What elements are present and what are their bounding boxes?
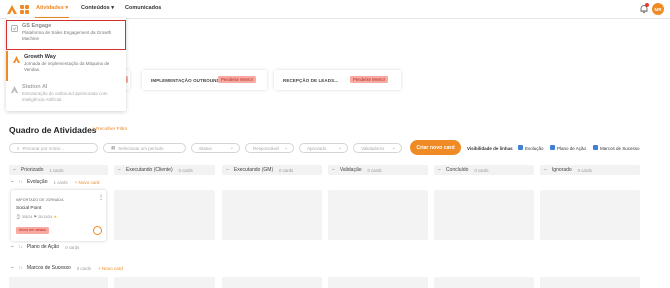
dropdown-item-growth-way[interactable]: Growth Way Jornada de implementação da M… [6, 51, 126, 81]
stage-status-badge: Pendente Mentor [350, 76, 389, 83]
checkbox-label: Evolução [525, 146, 544, 151]
hide-filter-link[interactable]: × Recolher Filtro [92, 127, 127, 132]
search-input[interactable]: ⌕ Procurar por nome... [9, 143, 98, 153]
lane-slot [434, 190, 534, 240]
chevron-down-icon: ⌄ [229, 145, 234, 151]
column-ignorado[interactable]: − Ignorado 0 cards [540, 165, 640, 175]
responsible-select[interactable]: Responsável ⌄ [245, 143, 294, 153]
collapse-icon[interactable]: − [11, 179, 14, 185]
lane-slot [114, 190, 215, 240]
board-title: Quadro de Atividades [9, 125, 97, 135]
collapse-icon[interactable]: − [332, 167, 335, 173]
collapse-icon[interactable]: − [226, 167, 229, 173]
approved-select[interactable]: Aprovado ⌄ [299, 143, 348, 153]
calendar-icon: ▦ [111, 145, 116, 150]
stage-card-implementacao[interactable]: IMPLEMENTAÇÃO OUTBOUND Pendente Mentor [142, 70, 267, 90]
card-category: IMPORTADO DE JORNADA [16, 198, 64, 202]
lane-slot [222, 277, 322, 288]
card-title: Social Point [16, 206, 42, 211]
apps-grid-icon[interactable] [20, 5, 29, 14]
card-dates: ⌚ 3/5/24 ⚑ 20/11/24 ★ [16, 215, 57, 219]
lane-slot [540, 277, 640, 288]
home-logo-icon[interactable] [7, 5, 17, 14]
visibility-label: Visibilidade de linhas [467, 146, 513, 151]
stage-card-label: RECEPÇÃO DE LEADS... [283, 77, 339, 83]
collapse-icon[interactable]: − [118, 167, 121, 173]
group-row-plano-de-acao[interactable]: − ↑↓ Plano de Ação 0 cards [11, 244, 79, 250]
dropdown-item-title: GS Engage [22, 23, 52, 29]
add-card-link[interactable]: + Novo card [75, 180, 100, 185]
checkbox-marcos-de-sucesso[interactable] [593, 145, 598, 150]
add-card-link[interactable]: + Novo card [98, 266, 123, 271]
user-avatar[interactable]: MR [652, 3, 664, 15]
mountain-icon [13, 56, 20, 63]
dropdown-item-gs-engage[interactable]: GS Engage Plataforma de Sales Engagement… [6, 20, 126, 50]
collapse-icon[interactable]: − [13, 167, 16, 173]
chevron-down-icon: ⌄ [337, 145, 342, 151]
create-card-button[interactable]: Criar novo card [410, 140, 461, 155]
dropdown-item-description: Jornada de implementação da Máquina de V… [24, 61, 110, 72]
group-row-marcos-de-sucesso[interactable]: − ↑↓ Marcos de Sucesso 0 cards + Novo ca… [11, 265, 123, 271]
activity-card[interactable]: IMPORTADO DE JORNADA ⋮ Social Point ⌚ 3/… [11, 190, 106, 241]
dropdown-item-station-ai[interactable]: Station AI Estruturação do outbound apri… [6, 81, 126, 111]
column-validacao[interactable]: − Validação 0 cards [328, 165, 428, 175]
engage-icon [11, 25, 18, 32]
status-select[interactable]: Status ⌄ [191, 143, 240, 153]
dropdown-item-title: Growth Way [24, 54, 56, 60]
stage-card-label: IMPLEMENTAÇÃO OUTBOUND [151, 77, 220, 83]
collapse-icon[interactable]: − [544, 167, 547, 173]
lane-slot [114, 277, 215, 288]
checkbox-evolucao[interactable] [518, 145, 523, 150]
atividades-dropdown-menu: GS Engage Plataforma de Sales Engagement… [6, 18, 126, 111]
group-row-evolucao[interactable]: − ↑↓ Evolução 1 cards + Novo card [11, 179, 100, 185]
lane-slot [540, 190, 640, 240]
lane-slot [434, 277, 534, 288]
checkbox-label: Marcos de Sucesso [600, 146, 640, 151]
nav-conteudos[interactable]: Conteúdos ▾ [81, 5, 114, 11]
period-picker[interactable]: ▦ Selecionar um período [103, 143, 186, 153]
validators-select[interactable]: Validadores ⌄ [353, 143, 402, 153]
notification-dot [645, 3, 649, 7]
assign-user-icon[interactable] [93, 226, 102, 235]
column-priorizado[interactable]: − Priorizado 1 cards [9, 165, 108, 175]
lane-slot [328, 277, 428, 288]
column-executando-gm[interactable]: − Executando (GM) 0 cards [222, 165, 322, 175]
collapse-icon[interactable]: − [11, 244, 14, 250]
search-icon: ⌕ [17, 145, 20, 151]
lane-slot [222, 190, 322, 240]
nav-comunicados[interactable]: Comunicados [125, 5, 161, 11]
collapse-icon[interactable]: − [438, 167, 441, 173]
checkbox-plano-de-acao[interactable] [550, 145, 555, 150]
chevron-down-icon: ⌄ [391, 145, 396, 151]
checkbox-label: Plano de Ação [557, 146, 587, 151]
dropdown-item-description: Plataforma de Sales Engagement da Growth… [22, 30, 112, 41]
reorder-icon[interactable]: ↑↓ [18, 244, 23, 250]
column-concluido[interactable]: − Concluído 0 cards [434, 165, 534, 175]
lane-slot [9, 277, 108, 288]
nav-atividades[interactable]: Atividades ▾ [36, 5, 68, 11]
reorder-icon[interactable]: ↑↓ [18, 179, 23, 185]
lane-slot [328, 190, 428, 240]
station-icon [11, 86, 18, 93]
more-options-icon[interactable]: ⋮ [98, 194, 104, 201]
card-status-tag: Início em atraso [16, 227, 50, 234]
stage-card-recepcao[interactable]: RECEPÇÃO DE LEADS... Pendente Mentor [274, 70, 401, 90]
collapse-icon[interactable]: − [11, 265, 14, 271]
reorder-icon[interactable]: ↑↓ [18, 265, 23, 271]
dropdown-item-description: Estruturação do outbound aprimorada com … [22, 91, 108, 102]
stage-status-badge: Pendente Mentor [218, 76, 257, 83]
column-executando-cliente[interactable]: − Executando (Cliente) 0 cards [114, 165, 215, 175]
chevron-down-icon: ⌄ [283, 145, 288, 151]
dropdown-item-title: Station AI [22, 84, 48, 90]
top-bar: Atividades ▾ Conteúdos ▾ Comunicados MR [0, 0, 670, 19]
